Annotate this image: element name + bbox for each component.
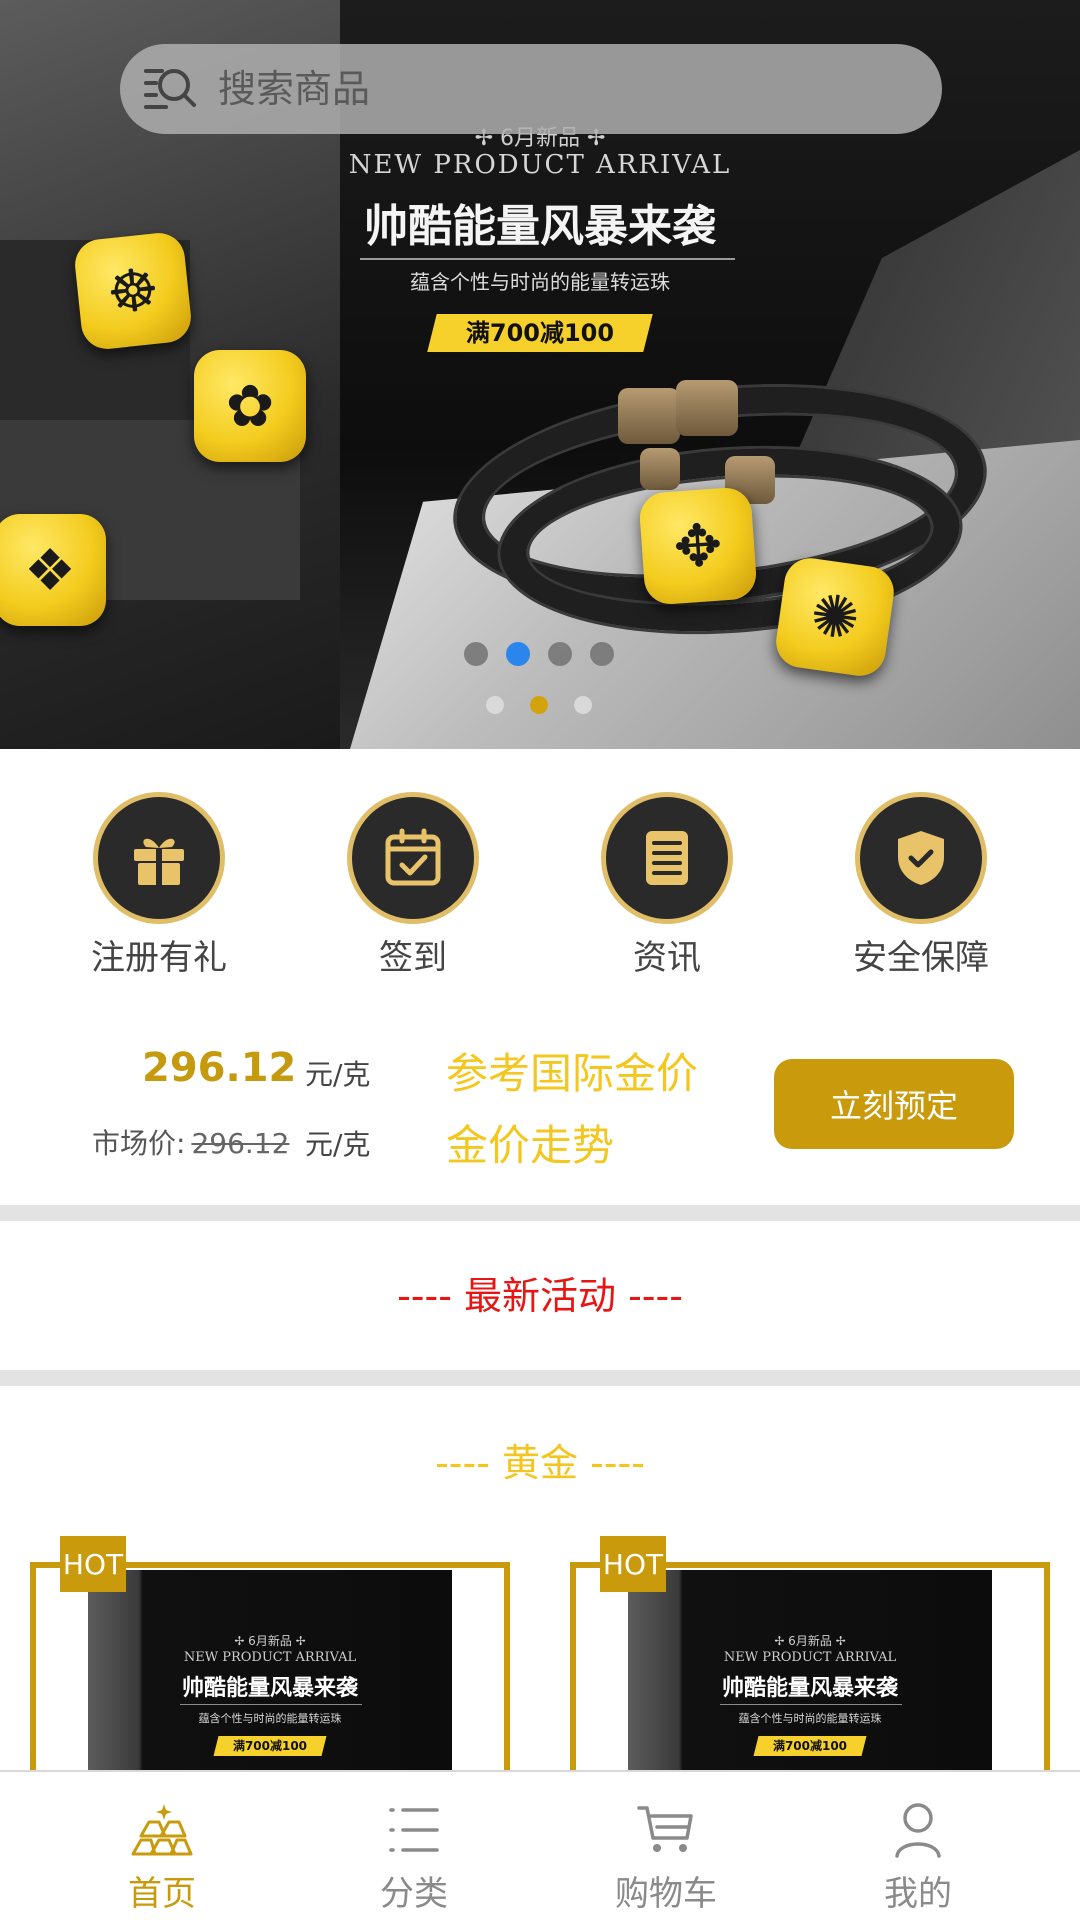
hot-badge: HOT: [60, 1536, 126, 1592]
home-gold-icon: [131, 1804, 193, 1856]
international-gold-price-link[interactable]: 参考国际金价: [446, 1040, 698, 1101]
promo-discount-text: 满700减100: [465, 319, 615, 347]
gold-charm-image: ✺: [772, 554, 898, 680]
hot-badge: HOT: [600, 1536, 666, 1592]
app-root: ☸ ✿ ❖ ✥ ✺ ✢ 6月新品 ✢ NEW PRODUCT ARRIVAL 帅…: [0, 0, 1080, 1920]
carousel-dot-active[interactable]: [530, 696, 548, 714]
tab-mine[interactable]: 我的: [792, 1772, 1044, 1920]
thumb-discount-text: 满700减100: [772, 1739, 848, 1753]
gold-price-value: 296.12: [142, 1045, 297, 1091]
carousel-dot[interactable]: [486, 696, 504, 714]
gift-icon: [134, 838, 184, 885]
user-icon: [895, 1803, 941, 1858]
market-price: 市场价: 296.12: [92, 1122, 289, 1162]
product-card[interactable]: ✢ 6月新品 ✢ NEW PRODUCT ARRIVAL 帅酷能量风暴来袭 蕴含…: [570, 1562, 1050, 1772]
feature-news[interactable]: 资讯: [540, 792, 794, 979]
thumb-slogan: 蕴含个性与时尚的能量转运珠: [198, 1712, 342, 1725]
product-thumbnail: ✢ 6月新品 ✢ NEW PRODUCT ARRIVAL 帅酷能量风暴来袭 蕴含…: [628, 1570, 992, 1772]
thumb-english-title: NEW PRODUCT ARRIVAL: [183, 1650, 357, 1665]
feature-icon-circle: [855, 792, 987, 924]
cart-icon: [637, 1806, 693, 1852]
feature-shortcuts: 注册有礼 签到 资讯 安全保障: [0, 792, 1080, 979]
carousel-dot[interactable]: [574, 696, 592, 714]
feature-icon-circle: [347, 792, 479, 924]
feature-label: 安全保障: [853, 938, 989, 978]
shield-check-icon: [898, 831, 944, 885]
section-divider: [0, 1205, 1080, 1221]
tab-cart[interactable]: 购物车: [540, 1772, 792, 1920]
feature-check-in[interactable]: 签到: [286, 792, 540, 979]
bracelet-clasp: [640, 448, 680, 490]
document-icon: [646, 831, 688, 885]
tab-label: 我的: [884, 1874, 952, 1914]
tab-label: 首页: [128, 1874, 196, 1914]
promo-title: 帅酷能量风暴来袭: [364, 201, 716, 252]
tab-home[interactable]: 首页: [36, 1772, 288, 1920]
thumb-title: 帅酷能量风暴来袭: [721, 1676, 898, 1701]
tab-category[interactable]: 分类: [288, 1772, 540, 1920]
promo-english-title: NEW PRODUCT ARRIVAL: [348, 150, 732, 180]
carousel-dot[interactable]: [548, 642, 572, 666]
tab-label: 购物车: [615, 1874, 717, 1914]
thumb-divider: [720, 1704, 902, 1705]
feature-security[interactable]: 安全保障: [794, 792, 1048, 979]
thumb-discount-badge: 满700减100: [753, 1736, 867, 1756]
carousel-indicator-secondary: [486, 696, 592, 714]
feature-label: 资讯: [633, 938, 701, 978]
feature-label: 签到: [379, 938, 447, 978]
product-thumbnail: ✢ 6月新品 ✢ NEW PRODUCT ARRIVAL 帅酷能量风暴来袭 蕴含…: [88, 1570, 452, 1772]
thumb-slogan: 蕴含个性与时尚的能量转运珠: [738, 1712, 882, 1725]
promo-slogan: 蕴含个性与时尚的能量转运珠: [410, 270, 670, 294]
gold-price-unit: 元/克: [305, 1058, 371, 1091]
promo-divider: [360, 258, 735, 260]
bracelet-clasp: [618, 388, 680, 444]
gold-charm-image: ✿: [194, 350, 306, 462]
carousel-indicator: [464, 642, 614, 666]
section-divider: [0, 1370, 1080, 1386]
promo-discount-badge: 满700减100: [427, 314, 653, 352]
market-price-label: 市场价:: [92, 1127, 186, 1160]
carousel-dot-active[interactable]: [506, 642, 530, 666]
search-input[interactable]: [218, 67, 838, 111]
gold-charm-image: ✥: [638, 486, 758, 606]
feature-register-gift[interactable]: 注册有礼: [32, 792, 286, 979]
search-list-icon: [144, 69, 196, 109]
thumb-discount-badge: 满700减100: [213, 1736, 327, 1756]
thumb-english-title: NEW PRODUCT ARRIVAL: [723, 1650, 897, 1665]
bracelet-clasp: [676, 380, 738, 436]
feature-icon-circle: [601, 792, 733, 924]
thumb-title: 帅酷能量风暴来袭: [181, 1676, 358, 1701]
carousel-dot[interactable]: [464, 642, 488, 666]
search-bar[interactable]: [120, 44, 942, 134]
feature-icon-circle: [93, 792, 225, 924]
gold-price-trend-link[interactable]: 金价走势: [446, 1112, 614, 1173]
list-icon: [389, 1808, 439, 1852]
calendar-check-icon: [385, 828, 441, 886]
latest-activities-title: ---- 最新活动 ----: [397, 1274, 683, 1318]
gold-charm-image: ❖: [0, 514, 106, 626]
tab-label: 分类: [380, 1874, 448, 1914]
product-card[interactable]: ✢ 6月新品 ✢ NEW PRODUCT ARRIVAL 帅酷能量风暴来袭 蕴含…: [30, 1562, 510, 1772]
thumb-subtitle: ✢ 6月新品 ✢: [774, 1634, 846, 1648]
gold-section-title: ---- 黄金 ----: [435, 1441, 645, 1485]
carousel-dot[interactable]: [590, 642, 614, 666]
thumb-subtitle: ✢ 6月新品 ✢: [234, 1634, 306, 1648]
market-price-value: 296.12: [191, 1127, 290, 1160]
feature-label: 注册有礼: [91, 938, 227, 978]
market-price-unit: 元/克: [305, 1128, 371, 1161]
bottom-tab-bar: 首页 分类 购物车 我的: [0, 1770, 1080, 1920]
reserve-now-button[interactable]: 立刻预定: [774, 1059, 1014, 1149]
gold-price-panel: 296.12 元/克 市场价: 296.12 元/克 参考国际金价 金价走势 立刻…: [0, 1030, 1080, 1200]
thumb-discount-text: 满700减100: [232, 1739, 308, 1753]
thumb-divider: [180, 1704, 362, 1705]
